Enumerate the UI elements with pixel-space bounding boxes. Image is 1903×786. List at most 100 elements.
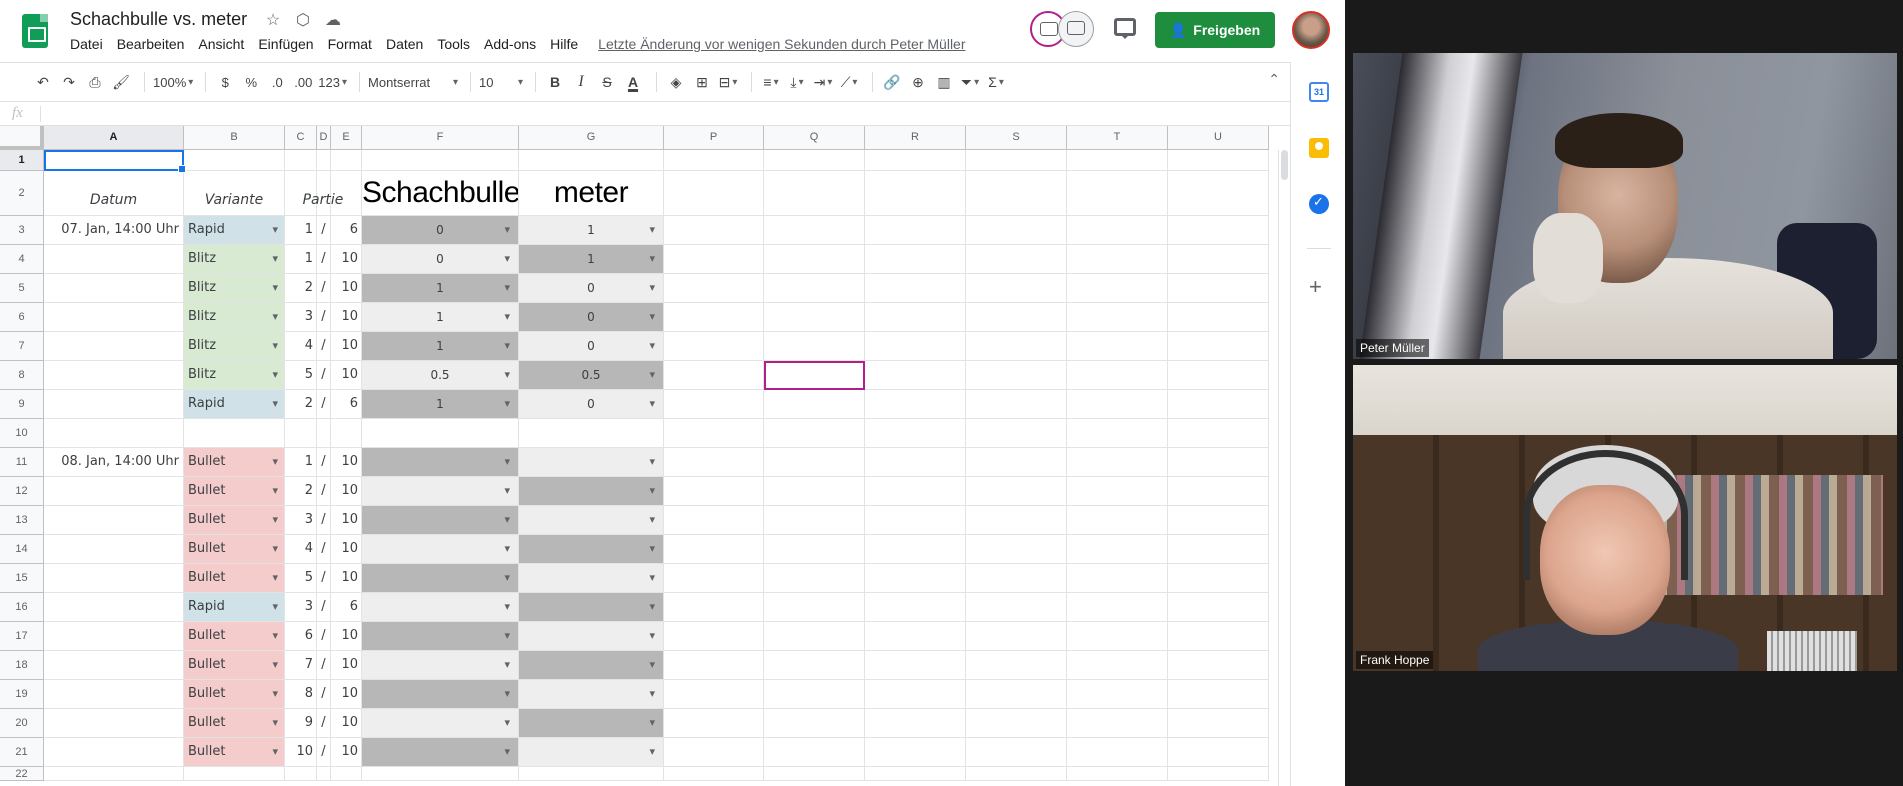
- cell[interactable]: [764, 419, 865, 448]
- game-number-cell[interactable]: 1: [285, 245, 317, 274]
- cell[interactable]: [1067, 448, 1168, 477]
- variant-dropdown[interactable]: Blitz: [184, 274, 285, 303]
- result-dropdown-player1[interactable]: [362, 564, 519, 593]
- variant-dropdown[interactable]: Bullet: [184, 564, 285, 593]
- bold-button[interactable]: B: [544, 69, 566, 95]
- cell[interactable]: [1067, 622, 1168, 651]
- cell[interactable]: [1168, 680, 1269, 709]
- cell[interactable]: [966, 150, 1067, 171]
- cell[interactable]: [764, 680, 865, 709]
- cell[interactable]: [865, 150, 966, 171]
- row-header[interactable]: 11: [0, 448, 44, 477]
- cell[interactable]: [966, 506, 1067, 535]
- cell[interactable]: [1168, 332, 1269, 361]
- cell[interactable]: [1067, 390, 1168, 419]
- result-dropdown-player1[interactable]: [362, 738, 519, 767]
- cell[interactable]: [966, 767, 1067, 781]
- cell[interactable]: [44, 245, 184, 274]
- game-number-cell[interactable]: 7: [285, 651, 317, 680]
- cell[interactable]: [664, 709, 764, 738]
- cell[interactable]: [1168, 738, 1269, 767]
- tasks-icon[interactable]: [1309, 194, 1329, 214]
- select-all-corner[interactable]: [0, 126, 44, 150]
- game-total-cell[interactable]: 10: [331, 738, 362, 767]
- meet-present-icon[interactable]: [1058, 11, 1094, 47]
- header-label[interactable]: Datum: [44, 171, 184, 216]
- game-number-cell[interactable]: 2: [285, 274, 317, 303]
- row-header[interactable]: 7: [0, 332, 44, 361]
- cell[interactable]: [966, 564, 1067, 593]
- menu-view[interactable]: Ansicht: [198, 36, 244, 52]
- header-label[interactable]: Variante: [184, 171, 285, 216]
- cell[interactable]: [664, 150, 764, 171]
- slash-cell[interactable]: /: [317, 593, 331, 622]
- cell[interactable]: [764, 303, 865, 332]
- cell[interactable]: [764, 150, 865, 171]
- variant-dropdown[interactable]: Bullet: [184, 709, 285, 738]
- merge-cells-icon[interactable]: ⊟: [717, 69, 739, 95]
- cell[interactable]: [44, 390, 184, 419]
- header-label[interactable]: Schachbulle: [362, 171, 519, 216]
- date-cell[interactable]: 07. Jan, 14:00 Uhr: [44, 216, 184, 245]
- cell[interactable]: [1168, 274, 1269, 303]
- result-dropdown-player1[interactable]: [362, 680, 519, 709]
- slash-cell[interactable]: /: [317, 738, 331, 767]
- cell[interactable]: [44, 535, 184, 564]
- filter-icon[interactable]: ⏷: [959, 69, 981, 95]
- row-header[interactable]: 5: [0, 274, 44, 303]
- cell[interactable]: [1168, 767, 1269, 781]
- game-number-cell[interactable]: 4: [285, 535, 317, 564]
- variant-dropdown[interactable]: Bullet: [184, 622, 285, 651]
- result-dropdown-player2[interactable]: [519, 680, 664, 709]
- result-dropdown-player1[interactable]: 0: [362, 216, 519, 245]
- column-header-f[interactable]: F: [362, 126, 519, 150]
- cell[interactable]: [664, 738, 764, 767]
- cell[interactable]: [1067, 245, 1168, 274]
- cell[interactable]: [44, 303, 184, 332]
- row-header[interactable]: 21: [0, 738, 44, 767]
- cloud-status-icon[interactable]: ☁: [324, 10, 342, 30]
- cell[interactable]: [317, 767, 331, 781]
- cell[interactable]: [966, 216, 1067, 245]
- row-header[interactable]: 14: [0, 535, 44, 564]
- vertical-scrollbar[interactable]: [1278, 150, 1290, 786]
- row-header[interactable]: 3: [0, 216, 44, 245]
- game-total-cell[interactable]: 10: [331, 564, 362, 593]
- slash-cell[interactable]: /: [317, 564, 331, 593]
- variant-dropdown[interactable]: Blitz: [184, 245, 285, 274]
- cell[interactable]: [184, 419, 285, 448]
- cell[interactable]: [664, 332, 764, 361]
- header-label[interactable]: meter: [519, 171, 664, 216]
- cell[interactable]: [1067, 361, 1168, 390]
- variant-dropdown[interactable]: Rapid: [184, 390, 285, 419]
- game-total-cell[interactable]: 10: [331, 477, 362, 506]
- cell[interactable]: [664, 564, 764, 593]
- cell[interactable]: [1067, 216, 1168, 245]
- game-number-cell[interactable]: 5: [285, 564, 317, 593]
- cell[interactable]: [44, 477, 184, 506]
- cell[interactable]: [664, 767, 764, 781]
- video-tile[interactable]: Frank Hoppe: [1353, 365, 1897, 671]
- cell[interactable]: [865, 680, 966, 709]
- row-header[interactable]: 10: [0, 419, 44, 448]
- cell[interactable]: [1168, 303, 1269, 332]
- cell[interactable]: [865, 419, 966, 448]
- slash-cell[interactable]: /: [317, 216, 331, 245]
- result-dropdown-player2[interactable]: 0.5: [519, 361, 664, 390]
- cell[interactable]: [519, 150, 664, 171]
- cell[interactable]: [966, 738, 1067, 767]
- game-total-cell[interactable]: 10: [331, 622, 362, 651]
- cell[interactable]: [285, 419, 317, 448]
- increase-decimal-button[interactable]: .00: [292, 69, 314, 95]
- star-icon[interactable]: ☆: [264, 10, 282, 30]
- cell[interactable]: [966, 361, 1067, 390]
- slash-cell[interactable]: /: [317, 390, 331, 419]
- result-dropdown-player2[interactable]: [519, 448, 664, 477]
- cell[interactable]: [966, 593, 1067, 622]
- cell[interactable]: [285, 767, 317, 781]
- add-addon-icon[interactable]: +: [1309, 274, 1322, 300]
- cell[interactable]: [317, 419, 331, 448]
- cell[interactable]: [1067, 477, 1168, 506]
- cell[interactable]: [764, 245, 865, 274]
- slash-cell[interactable]: /: [317, 332, 331, 361]
